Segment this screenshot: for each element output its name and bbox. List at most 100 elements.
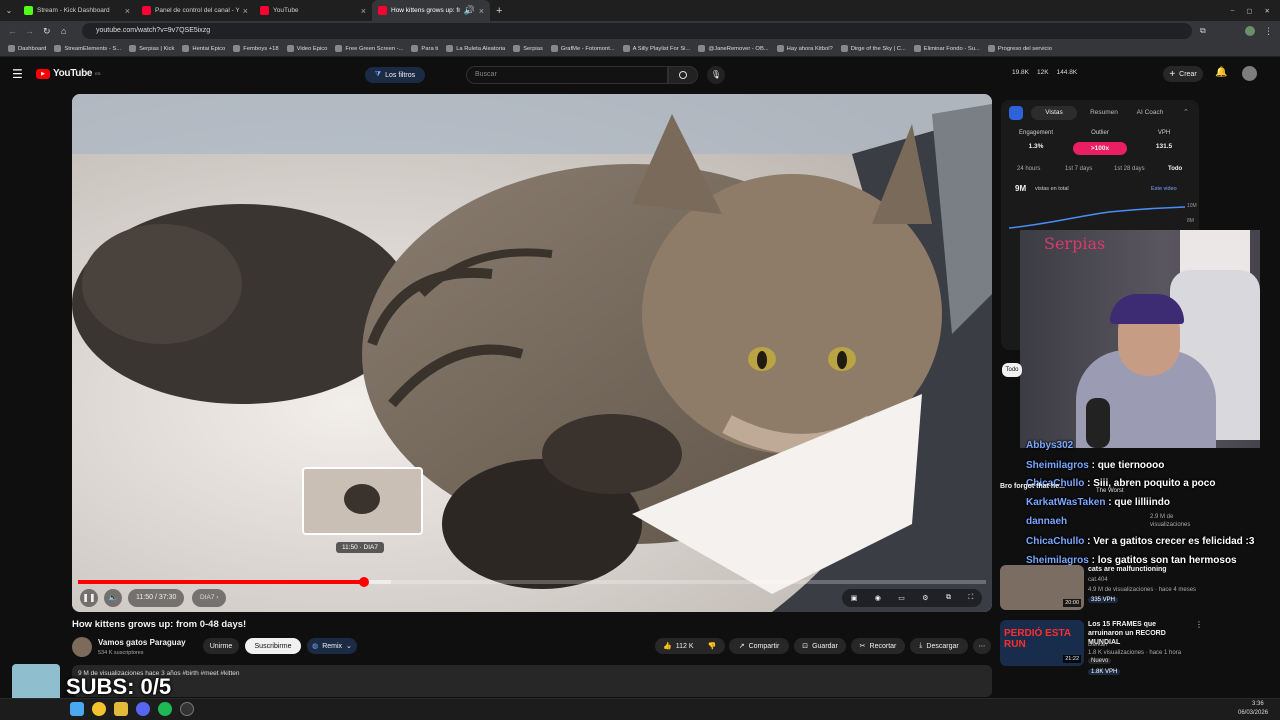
analytics-icon[interactable]: ▣ — [851, 594, 858, 602]
avatar[interactable] — [1242, 66, 1257, 81]
youtube-logo[interactable]: ▶ YouTube ES — [36, 68, 101, 79]
range-28d[interactable]: 1st 28 days — [1114, 166, 1145, 172]
stat-subs: 144.8K — [1056, 69, 1078, 76]
browser-tab-youtube[interactable]: YouTube × — [254, 0, 372, 21]
chrome-icon[interactable] — [92, 702, 106, 716]
notifications-icon[interactable]: 🔔 — [1215, 67, 1227, 78]
filter-chip-all[interactable]: Todo — [1002, 363, 1022, 377]
new-tab-button[interactable]: + — [490, 0, 508, 21]
thumbs-down-icon[interactable]: 👎 — [708, 642, 717, 650]
url-input[interactable]: youtube.com/watch?v=9v7QSE5ixzg — [82, 23, 1192, 39]
bookmark-item[interactable]: Serpias | Kick — [129, 45, 174, 52]
explorer-icon[interactable] — [114, 702, 128, 716]
obs-icon[interactable] — [180, 702, 194, 716]
video-player[interactable]: 11:50 · DIA7 ❚❚ 🔈 11:50 / 37:30 DIA7 › ▣… — [72, 94, 992, 612]
range-24h[interactable]: 24 hours — [1017, 166, 1040, 172]
bookmark-item[interactable]: A Silly Playlist For Si... — [622, 45, 690, 52]
tab-overview-button[interactable]: ⌄ — [0, 0, 18, 21]
hamburger-menu-icon[interactable]: ☰ — [12, 67, 23, 81]
description-box[interactable]: 9 M de visualizaciones hace 3 años #birt… — [72, 665, 992, 697]
analytics-tab-ai-coach[interactable]: AI Coach — [1127, 106, 1173, 120]
rec-new-badge: Nuevo — [1088, 658, 1112, 664]
filters-button[interactable]: ⧩ Los filtros — [365, 67, 425, 83]
close-icon[interactable]: × — [125, 6, 130, 16]
analytics-tab-vistas[interactable]: Vistas — [1031, 106, 1077, 120]
channel-name[interactable]: Vamos gatos Paraguay — [98, 638, 186, 647]
progress-bar[interactable] — [78, 577, 986, 587]
bookmark-item[interactable]: Hentai Epico — [182, 45, 225, 52]
autoplay-icon[interactable]: ◉ — [875, 594, 881, 602]
miniplayer-icon[interactable]: ⧉ — [946, 594, 951, 602]
spotify-icon[interactable] — [158, 702, 172, 716]
audio-icon[interactable]: 🔊 — [464, 5, 475, 16]
extensions-icon[interactable]: ⧉ — [1200, 26, 1206, 36]
bookmark-item[interactable]: Dirge of the Sky | C... — [840, 45, 906, 52]
close-icon[interactable]: × — [243, 6, 248, 16]
avatar[interactable] — [1245, 26, 1255, 36]
bookmark-favicon-icon — [446, 45, 454, 52]
bookmark-item[interactable]: Femboys +18 — [233, 45, 279, 52]
browser-tab-panel[interactable]: Panel de control del canal - Yo × — [136, 0, 254, 21]
reload-icon[interactable]: ↻ — [43, 26, 51, 37]
volume-button[interactable]: 🔈 — [104, 589, 122, 607]
home-icon[interactable]: ⌂ — [61, 26, 66, 36]
bookmark-item[interactable]: Para ti — [411, 45, 438, 52]
minimize-icon[interactable]: – — [1225, 0, 1241, 21]
total-views-label[interactable]: vistas en total — [1035, 186, 1069, 192]
menu-icon[interactable]: ⋮ — [1264, 26, 1273, 37]
subtitles-icon[interactable]: ▭ — [898, 594, 905, 602]
collapse-icon[interactable]: ⌃ — [1183, 108, 1189, 116]
voice-search-button[interactable]: 🎙 — [707, 66, 725, 84]
bookmark-item[interactable]: GrafMe - Fotomont... — [550, 45, 615, 52]
chapter-button[interactable]: DIA7 › — [192, 589, 227, 607]
range-7d[interactable]: 1st 7 days — [1065, 166, 1092, 172]
play-pause-button[interactable]: ❚❚ — [80, 589, 98, 607]
bookmark-item[interactable]: Progreso del servicio — [987, 45, 1052, 52]
bookmark-label: Dashboard — [18, 45, 47, 52]
windows-start-icon[interactable] — [70, 702, 84, 716]
bookmark-item[interactable]: StreamElements - S... — [54, 45, 121, 52]
settings-icon[interactable]: ⚙ — [922, 594, 928, 602]
bookmark-label: @JaneRemover - OB... — [708, 45, 769, 52]
download-button[interactable]: ⤓ Descargar — [910, 638, 968, 654]
subscribe-button[interactable]: Suscribirme — [245, 638, 301, 654]
create-label: Crear — [1179, 70, 1197, 78]
join-button[interactable]: Unirme — [203, 638, 239, 654]
bookmark-item[interactable]: Video Epico — [286, 45, 327, 52]
more-icon[interactable]: ⋮ — [1195, 620, 1203, 629]
subs-goal: SUBS: 0/5 — [66, 674, 172, 699]
search-button[interactable] — [668, 66, 698, 84]
close-icon[interactable]: × — [361, 6, 366, 16]
search-input[interactable]: Buscar — [466, 66, 668, 84]
save-button[interactable]: ⊡ Guardar — [794, 638, 846, 654]
browser-tab-kick[interactable]: Stream - Kick Dashboard × — [18, 0, 136, 21]
bookmark-item[interactable]: Dashboard — [8, 45, 46, 52]
create-button[interactable]: + Crear — [1163, 66, 1203, 82]
bookmark-item[interactable]: Free Green Screen -... — [335, 45, 403, 52]
analytics-tab-resumen[interactable]: Resumen — [1081, 106, 1127, 120]
progress-scrubber[interactable] — [359, 577, 370, 587]
maximize-icon[interactable]: ▢ — [1240, 0, 1258, 21]
browser-tab-kittens[interactable]: How kittens grows up: from 🔊 × — [372, 0, 490, 21]
forward-icon[interactable]: → — [25, 26, 34, 36]
channel-avatar[interactable] — [72, 637, 92, 657]
bookmark-item[interactable]: La Ruleta Aleatoria — [446, 45, 505, 52]
rec-vph: 1.8K VPH — [1088, 669, 1121, 675]
chat-text: Ver a gatitos crecer es felicidad :3 — [1093, 536, 1255, 547]
more-actions-button[interactable]: ⋯ — [973, 638, 991, 654]
bookmark-item[interactable]: Eliminar Fondo - Su... — [913, 45, 980, 52]
share-button[interactable]: ↗ Compartir — [729, 638, 789, 654]
back-icon[interactable]: ← — [8, 26, 17, 36]
discord-icon[interactable] — [136, 702, 150, 716]
bookmark-item[interactable]: Hay ahora Kitbol? — [776, 45, 833, 52]
close-icon[interactable]: × — [479, 6, 484, 16]
youtube-icon — [260, 6, 269, 15]
clip-button[interactable]: ✂ Recortar — [851, 638, 905, 654]
bookmark-item[interactable]: @JaneRemover - OB... — [698, 45, 769, 52]
like-button[interactable]: 👍 112 K 👎 — [655, 638, 725, 654]
bookmark-item[interactable]: Serpias — [513, 45, 543, 52]
range-all[interactable]: Todo — [1168, 166, 1182, 172]
fullscreen-icon[interactable]: ⛶ — [968, 594, 973, 602]
window-close-icon[interactable]: ✕ — [1259, 0, 1280, 21]
remix-button[interactable]: ◍ Remix ⌄ — [307, 638, 357, 654]
